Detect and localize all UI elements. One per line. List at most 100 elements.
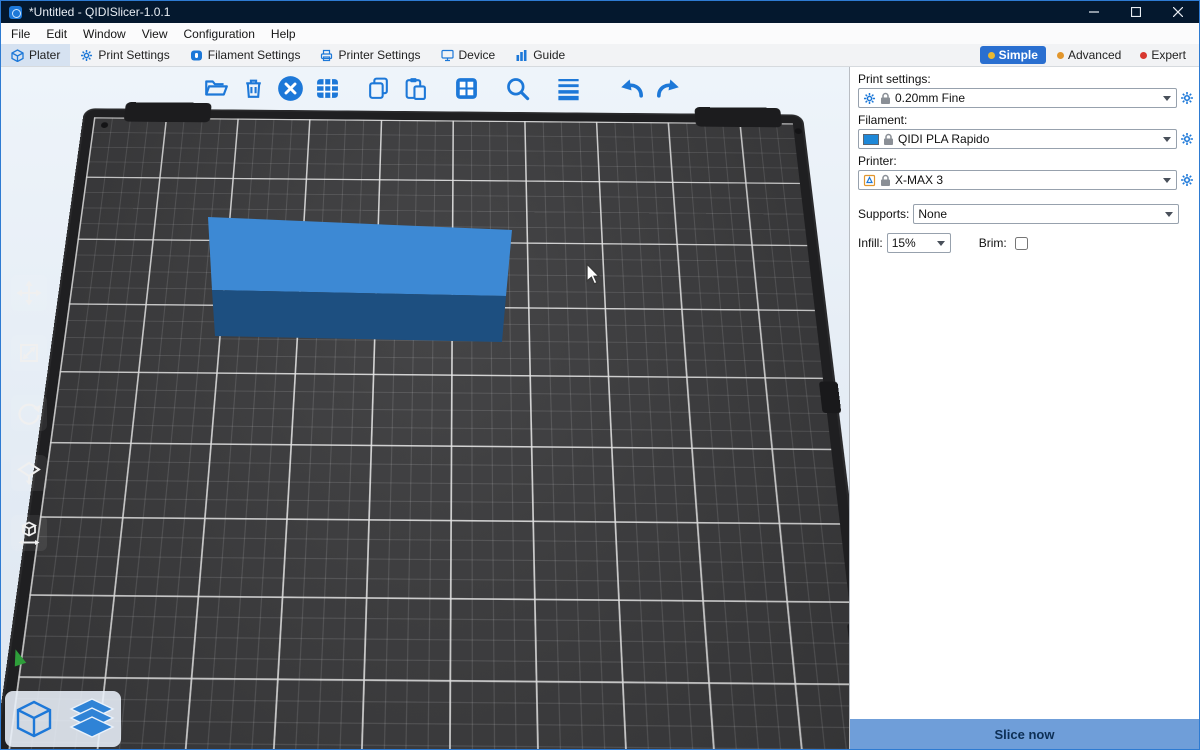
chevron-down-icon xyxy=(1165,212,1173,217)
menu-file[interactable]: File xyxy=(3,25,38,43)
arrange-grid-icon xyxy=(315,76,340,101)
copy-button[interactable] xyxy=(363,72,393,104)
maximize-icon xyxy=(1131,7,1141,17)
paste-icon xyxy=(403,76,428,101)
mode-advanced[interactable]: Advanced xyxy=(1049,46,1129,64)
rotate-gizmo-button[interactable] xyxy=(11,395,47,431)
layers-stack-icon xyxy=(68,697,116,741)
chevron-down-icon xyxy=(1163,137,1171,142)
gear-icon xyxy=(1180,91,1194,105)
scale-gizmo-button[interactable] xyxy=(11,335,47,371)
brim-checkbox[interactable] xyxy=(1015,237,1028,250)
print-settings-value: 0.20mm Fine xyxy=(895,91,1159,105)
menu-help[interactable]: Help xyxy=(263,25,304,43)
tab-label: Printer Settings xyxy=(338,48,420,62)
filament-label: Filament: xyxy=(858,113,1199,127)
filament-gear-button[interactable] xyxy=(1177,132,1197,146)
editor-3d-view-button[interactable] xyxy=(8,693,60,745)
tab-printer-settings[interactable]: Printer Settings xyxy=(310,44,430,66)
lock-icon xyxy=(880,92,891,105)
gear-icon xyxy=(1180,173,1194,187)
undo-button[interactable] xyxy=(616,72,646,104)
tab-plater[interactable]: Plater xyxy=(1,44,70,66)
tab-print-settings[interactable]: Print Settings xyxy=(70,44,179,66)
search-button[interactable] xyxy=(502,72,532,104)
plater-toolbar xyxy=(201,72,683,104)
close-icon xyxy=(1173,7,1183,17)
mode-label: Simple xyxy=(999,48,1038,62)
mode-simple[interactable]: Simple xyxy=(980,46,1046,64)
paste-button[interactable] xyxy=(400,72,430,104)
menu-window[interactable]: Window xyxy=(75,25,134,43)
tab-guide[interactable]: Guide xyxy=(505,44,575,66)
app-logo-icon xyxy=(9,6,22,19)
redo-button[interactable] xyxy=(653,72,683,104)
tab-label: Plater xyxy=(29,48,60,62)
supports-value: None xyxy=(918,207,1161,221)
measure-icon xyxy=(16,520,42,546)
tab-device[interactable]: Device xyxy=(431,44,506,66)
infill-label: Infill: xyxy=(858,236,883,250)
delete-button[interactable] xyxy=(238,72,268,104)
bar-chart-icon xyxy=(515,49,528,62)
supports-select[interactable]: None xyxy=(913,204,1179,224)
simple-dot-icon xyxy=(988,52,995,59)
filament-row: QIDI PLA Rapido xyxy=(858,129,1197,149)
scale-icon xyxy=(16,340,42,366)
print-settings-select[interactable]: 0.20mm Fine xyxy=(858,88,1177,108)
cube-icon xyxy=(11,49,24,62)
wireframe-cube-icon xyxy=(12,697,56,741)
layer-lines-icon xyxy=(555,75,582,102)
measure-gizmo-button[interactable] xyxy=(11,515,47,551)
filament-spool-icon xyxy=(190,49,203,62)
delete-all-button[interactable] xyxy=(275,72,305,104)
move-arrows-icon xyxy=(16,280,42,306)
place-on-face-gizmo-button[interactable] xyxy=(11,455,47,491)
menu-view[interactable]: View xyxy=(134,25,176,43)
layers-preview-button[interactable] xyxy=(66,693,118,745)
bed-screw xyxy=(794,128,802,134)
chevron-down-icon xyxy=(937,241,945,246)
filament-select[interactable]: QIDI PLA Rapido xyxy=(858,129,1177,149)
printer-select[interactable]: X-MAX 3 xyxy=(858,170,1177,190)
menu-configuration[interactable]: Configuration xyxy=(176,25,263,43)
expert-dot-icon xyxy=(1140,52,1147,59)
slice-now-button[interactable]: Slice now xyxy=(850,719,1199,749)
place-on-face-icon xyxy=(16,460,42,486)
bed-handle-right xyxy=(694,107,782,127)
supports-row: Supports: None xyxy=(858,204,1197,224)
tab-label: Guide xyxy=(533,48,565,62)
split-instances-button[interactable] xyxy=(451,72,481,104)
variable-layer-height-button[interactable] xyxy=(553,72,583,104)
minimize-button[interactable] xyxy=(1073,1,1115,23)
printer-gear-button[interactable] xyxy=(1177,173,1197,187)
bed-clip xyxy=(819,381,841,413)
tab-label: Device xyxy=(459,48,496,62)
tab-filament-settings[interactable]: Filament Settings xyxy=(180,44,311,66)
infill-value: 15% xyxy=(892,236,933,250)
tab-label: Print Settings xyxy=(98,48,169,62)
viewport-3d[interactable] xyxy=(1,67,850,749)
gear-icon xyxy=(1180,132,1194,146)
printer-value: X-MAX 3 xyxy=(895,173,1159,187)
gizmo-toolbar xyxy=(11,275,47,551)
main-area: Print settings: 0.20mm Fine Filament: QI… xyxy=(1,67,1199,749)
infill-select[interactable]: 15% xyxy=(887,233,951,253)
mode-expert[interactable]: Expert xyxy=(1132,46,1194,64)
arrange-button[interactable] xyxy=(312,72,342,104)
copy-icon xyxy=(366,76,391,101)
infill-row: Infill: 15% Brim: xyxy=(858,233,1197,253)
print-bed xyxy=(1,110,850,749)
chevron-down-icon xyxy=(1163,178,1171,183)
maximize-button[interactable] xyxy=(1115,1,1157,23)
close-button[interactable] xyxy=(1157,1,1199,23)
tab-label: Filament Settings xyxy=(208,48,301,62)
move-gizmo-button[interactable] xyxy=(11,275,47,311)
open-folder-button[interactable] xyxy=(201,72,231,104)
delete-all-icon xyxy=(277,75,304,102)
gear-icon xyxy=(80,49,93,62)
menu-edit[interactable]: Edit xyxy=(38,25,75,43)
bed-screw xyxy=(101,122,109,128)
print-settings-gear-button[interactable] xyxy=(1177,91,1197,105)
split-instances-icon xyxy=(454,76,479,101)
